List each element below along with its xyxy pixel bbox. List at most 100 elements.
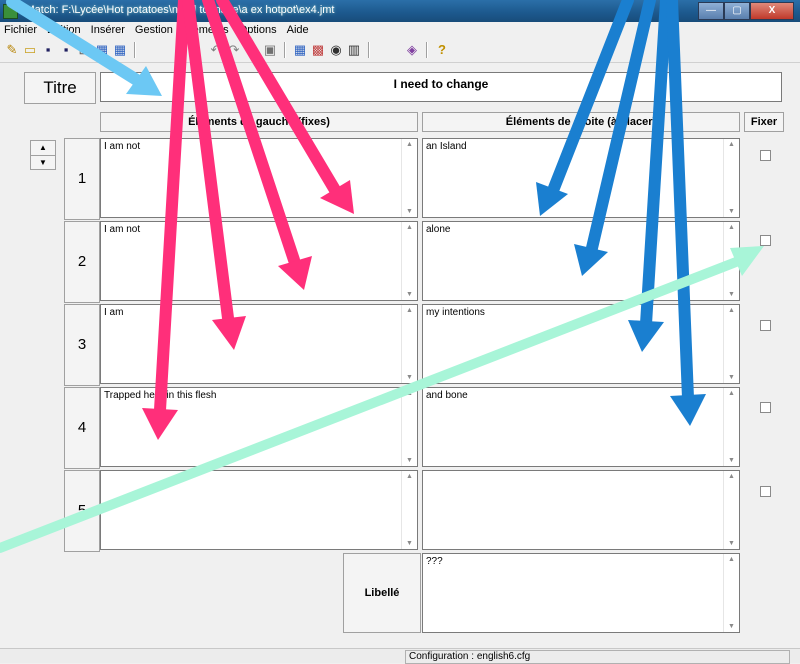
- scroll-up-icon[interactable]: ▲: [728, 141, 735, 148]
- right-item-field[interactable]: an Island ▲ ▼: [422, 138, 740, 218]
- scroll-up-icon[interactable]: ▲: [406, 473, 413, 480]
- redo-icon[interactable]: ↷: [226, 42, 242, 58]
- export-icon[interactable]: ⊡: [76, 42, 92, 58]
- screen-icon[interactable]: ▩: [310, 42, 326, 58]
- fixer-header: Fixer: [744, 112, 784, 132]
- left-item-text: I am not: [104, 141, 141, 152]
- spin-up-icon[interactable]: ▲: [31, 141, 55, 156]
- fix-checkbox[interactable]: [760, 402, 771, 413]
- scrollbar[interactable]: ▲ ▼: [723, 554, 739, 632]
- scroll-down-icon[interactable]: ▼: [728, 623, 735, 630]
- new-icon[interactable]: ✎: [4, 42, 20, 58]
- right-item-field[interactable]: ▲ ▼: [422, 470, 740, 550]
- scrollbar[interactable]: ▲ ▼: [723, 222, 739, 300]
- libelle-button[interactable]: Libellé: [343, 553, 421, 633]
- scroll-up-icon[interactable]: ▲: [728, 307, 735, 314]
- libelle-field[interactable]: ??? ▲ ▼: [422, 553, 740, 633]
- minimize-button[interactable]: —: [698, 2, 724, 20]
- scroll-down-icon[interactable]: ▼: [728, 457, 735, 464]
- left-item-field[interactable]: I am not ▲ ▼: [100, 221, 418, 301]
- scroll-up-icon[interactable]: ▲: [728, 224, 735, 231]
- scrollbar[interactable]: ▲ ▼: [401, 139, 417, 217]
- scroll-up-icon[interactable]: ▲: [728, 473, 735, 480]
- title-field[interactable]: I need to change: [100, 72, 782, 102]
- status-bar: Configuration : english6.cfg: [0, 648, 800, 664]
- scrollbar[interactable]: ▲ ▼: [401, 305, 417, 383]
- scroll-down-icon[interactable]: ▼: [406, 208, 413, 215]
- row-number: 5: [64, 470, 100, 552]
- scroll-up-icon[interactable]: ▲: [406, 224, 413, 231]
- menu-fichier[interactable]: Fichier: [4, 22, 37, 38]
- scroll-down-icon[interactable]: ▼: [406, 540, 413, 547]
- web3-icon[interactable]: ▦: [292, 42, 308, 58]
- copy-icon[interactable]: ⧉: [244, 42, 260, 58]
- row-number: 3: [64, 304, 100, 386]
- lock-icon[interactable]: ◈: [404, 42, 420, 58]
- scrollbar[interactable]: ▲ ▼: [401, 222, 417, 300]
- left-column-header: Éléments de gauche (fixes): [100, 112, 418, 132]
- help-icon[interactable]: ?: [434, 42, 450, 58]
- globe-icon[interactable]: ◉: [328, 42, 344, 58]
- scroll-down-icon[interactable]: ▼: [406, 457, 413, 464]
- grid-icon[interactable]: ▥: [346, 42, 362, 58]
- scroll-up-icon[interactable]: ▲: [406, 390, 413, 397]
- scroll-up-icon[interactable]: ▲: [406, 307, 413, 314]
- right-item-field[interactable]: and bone ▲ ▼: [422, 387, 740, 467]
- menu-edition[interactable]: Edition: [47, 22, 81, 38]
- left-item-field[interactable]: I am not ▲ ▼: [100, 138, 418, 218]
- scrollbar[interactable]: ▲ ▼: [401, 388, 417, 466]
- left-item-field[interactable]: I am ▲ ▼: [100, 304, 418, 384]
- menu-options[interactable]: Options: [239, 22, 277, 38]
- left-item-text: I am not: [104, 224, 141, 235]
- window-titlebar: JMatch: F:\Lycée\Hot potatoes\need to ma…: [0, 0, 800, 22]
- fix-checkbox[interactable]: [760, 486, 771, 497]
- window-title: JMatch: F:\Lycée\Hot potatoes\need to ma…: [20, 4, 335, 16]
- web-icon[interactable]: ▦: [94, 42, 110, 58]
- scroll-down-icon[interactable]: ▼: [728, 291, 735, 298]
- paste-icon[interactable]: ▣: [262, 42, 278, 58]
- scrollbar[interactable]: ▲ ▼: [723, 388, 739, 466]
- scrollbar[interactable]: ▲ ▼: [401, 471, 417, 549]
- scroll-down-icon[interactable]: ▼: [728, 208, 735, 215]
- open-icon[interactable]: ▭: [22, 42, 38, 58]
- row-number: 1: [64, 138, 100, 220]
- save-as-icon[interactable]: ▪: [58, 42, 74, 58]
- row-spinner[interactable]: ▲ ▼: [30, 140, 56, 170]
- left-item-field[interactable]: ▲ ▼: [100, 470, 418, 550]
- menu-gestion[interactable]: Gestion: [135, 22, 173, 38]
- menu-elements[interactable]: Éléments: [183, 22, 229, 38]
- undo-icon[interactable]: ↶: [208, 42, 224, 58]
- fix-checkbox[interactable]: [760, 150, 771, 161]
- scrollbar[interactable]: ▲ ▼: [723, 305, 739, 383]
- right-item-text: and bone: [426, 390, 468, 401]
- left-item-text: Trapped here in this flesh: [104, 390, 217, 401]
- scrollbar[interactable]: ▲ ▼: [723, 471, 739, 549]
- menu-inserer[interactable]: Insérer: [91, 22, 125, 38]
- toolbar: ✎ ▭ ▪ ▪ ⊡ ▦ ▦ ↶ ↷ ⧉ ▣ ▦ ▩ ◉ ▥ ◈ ?: [0, 38, 800, 63]
- menu-aide[interactable]: Aide: [287, 22, 309, 38]
- spin-down-icon[interactable]: ▼: [31, 156, 55, 170]
- titre-button[interactable]: Titre: [24, 72, 96, 104]
- fix-checkbox[interactable]: [760, 235, 771, 246]
- scroll-down-icon[interactable]: ▼: [728, 374, 735, 381]
- scroll-down-icon[interactable]: ▼: [406, 291, 413, 298]
- scroll-up-icon[interactable]: ▲: [728, 390, 735, 397]
- toolbar-separator: [134, 42, 136, 58]
- save-icon[interactable]: ▪: [40, 42, 56, 58]
- web2-icon[interactable]: ▦: [112, 42, 128, 58]
- scroll-down-icon[interactable]: ▼: [406, 374, 413, 381]
- maximize-button[interactable]: ▢: [724, 2, 750, 20]
- scroll-down-icon[interactable]: ▼: [728, 540, 735, 547]
- right-item-field[interactable]: my intentions ▲ ▼: [422, 304, 740, 384]
- scroll-up-icon[interactable]: ▲: [728, 556, 735, 563]
- scrollbar[interactable]: ▲ ▼: [723, 139, 739, 217]
- left-item-field[interactable]: Trapped here in this flesh ▲ ▼: [100, 387, 418, 467]
- row-number: 2: [64, 221, 100, 303]
- close-button[interactable]: X: [750, 2, 794, 20]
- scroll-up-icon[interactable]: ▲: [406, 141, 413, 148]
- right-item-field[interactable]: alone ▲ ▼: [422, 221, 740, 301]
- menu-bar: Fichier Edition Insérer Gestion Éléments…: [0, 22, 800, 38]
- fix-checkbox[interactable]: [760, 320, 771, 331]
- row-number: 4: [64, 387, 100, 469]
- window-controls: — ▢ X: [698, 2, 794, 20]
